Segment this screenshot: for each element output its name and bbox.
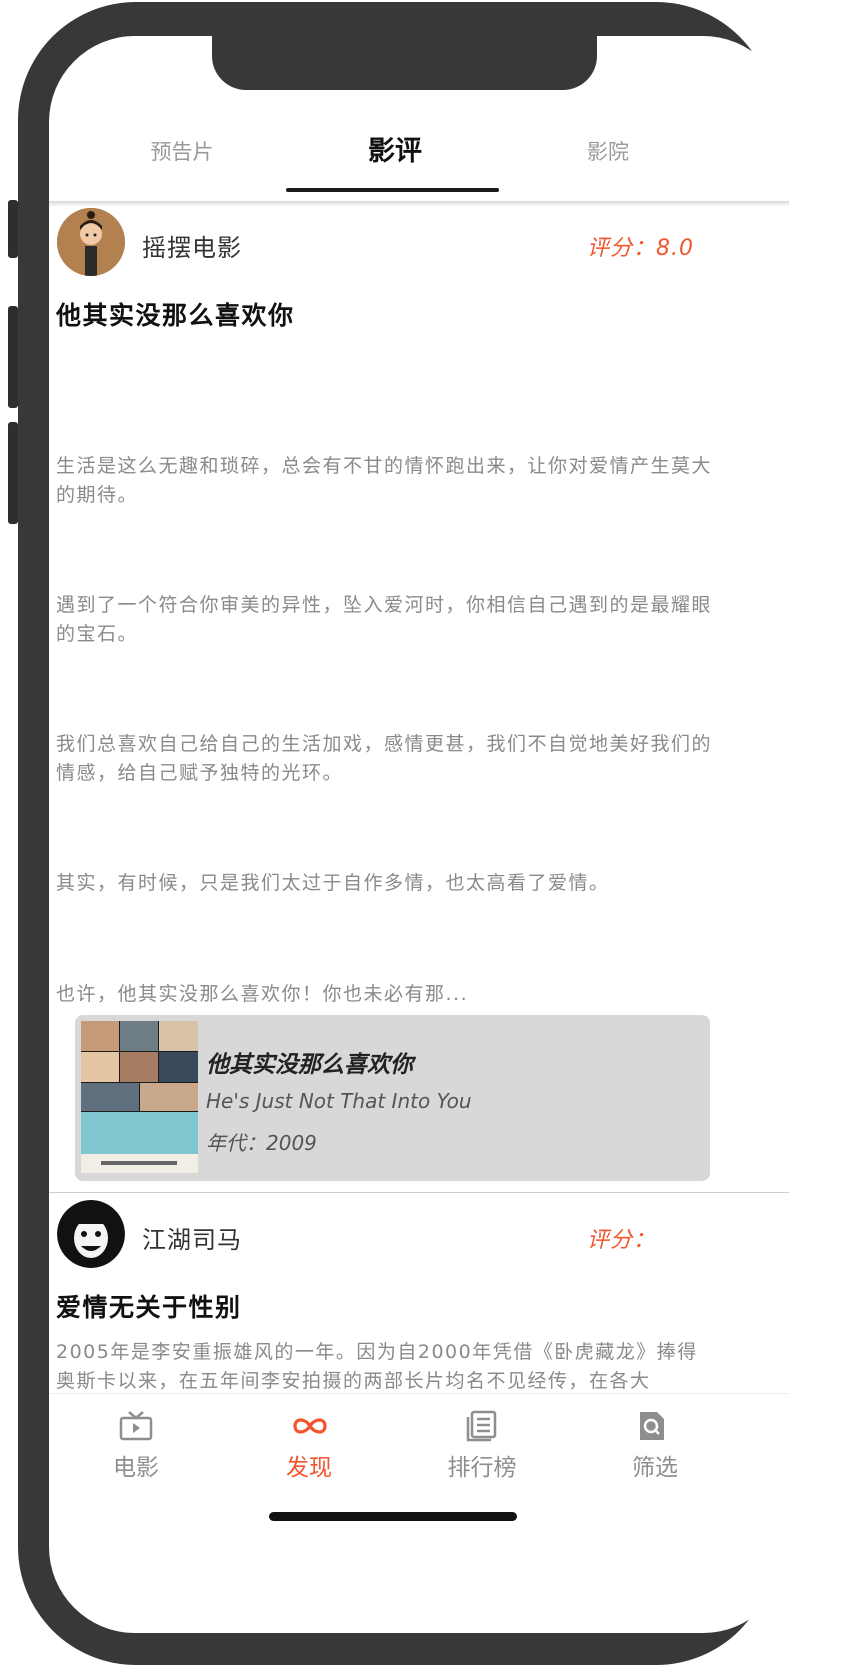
nav-filter[interactable]: 筛选 (585, 1394, 725, 1494)
movie-year: 年代：2009 (206, 1131, 317, 1155)
author-name[interactable]: 摇摆电影 (142, 228, 242, 263)
nav-label: 筛选 (632, 1455, 678, 1481)
movie-original-title: He's Just Not That Into You (206, 1089, 472, 1113)
review-paragraph: 其实，有时候，只是我们太过于自作多情，也太高看了爱情。 (56, 872, 610, 894)
tabs-divider (49, 201, 789, 207)
nav-label: 电影 (113, 1455, 159, 1481)
author-avatar[interactable] (57, 208, 125, 276)
nav-rankings[interactable]: 排行榜 (412, 1394, 552, 1494)
review-score: 评分：8.0 (587, 236, 694, 261)
review-paragraph: 2005年是李安重振雄风的一年。因为自2000年凭借《卧虎藏龙》捧得奥斯卡以来，… (56, 1341, 698, 1392)
search-doc-icon (640, 1412, 664, 1440)
review-title[interactable]: 他其实没那么喜欢你 (56, 296, 295, 332)
tab-reviews[interactable]: 影评 (332, 124, 458, 184)
tab-trailers[interactable]: 预告片 (119, 124, 245, 184)
movie-poster (81, 1021, 198, 1173)
active-tab-indicator (286, 188, 499, 192)
tv-icon (119, 1411, 153, 1441)
home-indicator[interactable] (269, 1512, 517, 1521)
movie-title: 他其实没那么喜欢你 (206, 1052, 413, 1078)
review-score: 评分： (587, 1228, 657, 1253)
mute-switch (8, 200, 18, 258)
review-paragraph: 遇到了一个符合你审美的异性，坠入爱河时，你相信自己遇到的是最耀眼的宝石。 (56, 594, 713, 645)
notch (212, 36, 597, 90)
review-paragraph: 我们总喜欢自己给自己的生活加戏，感情更甚，我们不自觉地美好我们的情感，给自己赋予… (56, 733, 713, 784)
list-icon (466, 1410, 497, 1442)
tab-cinemas[interactable]: 影院 (545, 124, 671, 184)
nav-discover[interactable]: 发现 (239, 1394, 379, 1494)
review-divider (49, 1192, 789, 1193)
volume-up-button (8, 306, 18, 408)
author-avatar[interactable] (57, 1200, 125, 1268)
review-paragraph: 也许，他其实没那么喜欢你！你也未必有那... (56, 983, 469, 1005)
review-paragraph: 生活是这么无趣和琐碎，总会有不甘的情怀跑出来，让你对爱情产生莫大的期待。 (56, 455, 713, 506)
app-screen: 预告片 影评 影院 摇摆电影 评分：8.0 他其实没那么喜欢你 生活是这么无趣和… (49, 36, 789, 1633)
nav-movies[interactable]: 电影 (66, 1394, 206, 1494)
bottom-nav: 电影 发现 排行榜 筛选 (49, 1393, 789, 1504)
infinity-icon (293, 1418, 327, 1434)
nav-label: 发现 (286, 1455, 332, 1481)
review-title[interactable]: 爱情无关于性别 (56, 1288, 242, 1324)
author-name[interactable]: 江湖司马 (142, 1220, 242, 1255)
nav-label: 排行榜 (447, 1455, 517, 1481)
movie-card[interactable]: 他其实没那么喜欢你 He's Just Not That Into You 年代… (75, 1015, 710, 1181)
volume-down-button (8, 422, 18, 524)
